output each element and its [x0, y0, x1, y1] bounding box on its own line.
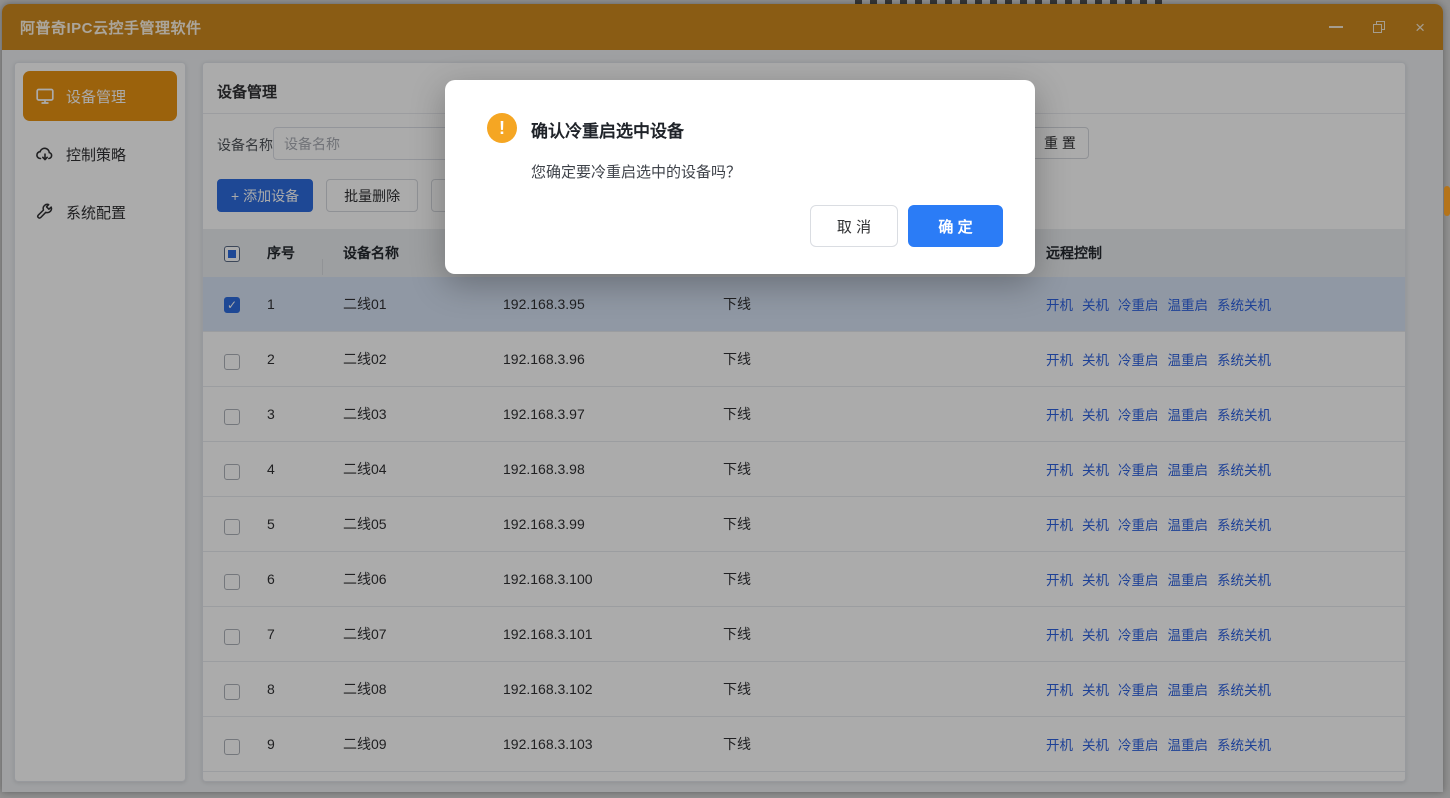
dialog-title: 确认冷重启选中设备 [531, 117, 684, 142]
confirm-button[interactable]: 确 定 [908, 205, 1003, 247]
right-edge-scrollbar-thumb[interactable] [1444, 186, 1450, 216]
confirm-dialog: ! 确认冷重启选中设备 您确定要冷重启选中的设备吗？ 取 消 确 定 [445, 80, 1035, 274]
dialog-message: 您确定要冷重启选中的设备吗？ [531, 161, 741, 182]
cancel-button[interactable]: 取 消 [810, 205, 898, 247]
screen: 阿普奇IPC云控手管理软件 × 设备管理 [0, 0, 1450, 798]
warning-icon: ! [487, 113, 517, 143]
